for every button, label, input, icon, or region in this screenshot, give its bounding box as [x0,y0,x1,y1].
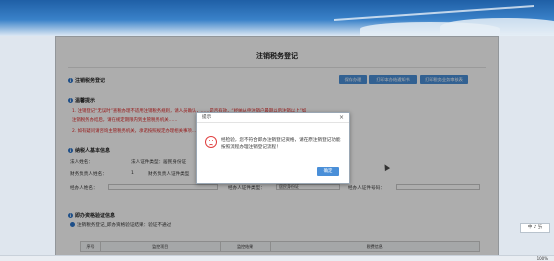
site-banner [0,0,554,36]
close-icon[interactable]: × [339,113,344,123]
dialog-title: 提示 [202,115,212,120]
sad-face-icon [205,136,217,148]
alert-dialog: 提示 × 经检验，您不符合即办注销登记资格，请在原注销登记功能按照流程办理注销登… [196,112,350,184]
ime-toolbar[interactable]: 中 ♪ 卐 [520,223,550,233]
browser-statusbar: 100% [0,255,554,261]
dialog-message: 经检验，您不符合即办注销登记资格，请在原注销登记功能按照流程办理注销登记流程！ [221,138,341,150]
dialog-header: 提示 × [197,113,349,123]
zoom-level[interactable]: 100% [537,256,548,261]
banner-hill [440,18,554,36]
confirm-button[interactable]: 确定 [317,167,339,176]
